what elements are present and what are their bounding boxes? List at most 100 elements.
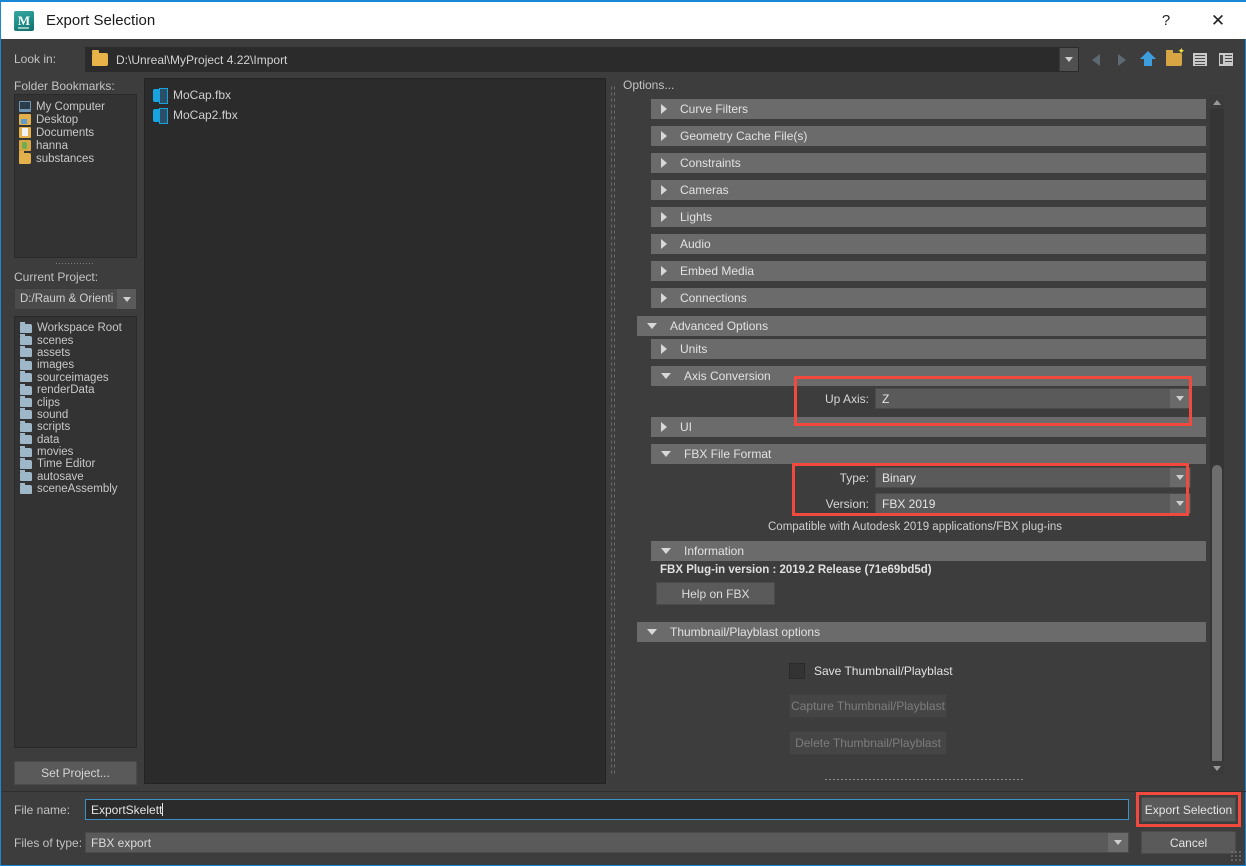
options-label: Options...	[623, 78, 675, 92]
folder-icon	[20, 358, 32, 370]
path-value: D:\Unreal\MyProject 4.22\Import	[116, 52, 288, 67]
section-advanced-options[interactable]: Advanced Options	[637, 316, 1206, 336]
section-fbx-file-format[interactable]: FBX File Format	[651, 444, 1206, 464]
chevron-down-icon[interactable]	[1170, 468, 1190, 487]
section-axis-conversion[interactable]: Axis Conversion	[651, 366, 1206, 386]
chevron-down-icon[interactable]	[1170, 494, 1190, 513]
folder-icon	[20, 371, 32, 383]
title-bar: M Export Selection ? ✕	[1, 0, 1246, 39]
tree-item[interactable]: data	[20, 433, 136, 446]
folder-bookmarks-list[interactable]: My Computer Desktop Documents hanna subs…	[14, 94, 137, 258]
file-name-label: MoCap.fbx	[173, 88, 232, 102]
section-information[interactable]: Information	[651, 541, 1206, 561]
path-combo[interactable]: D:\Unreal\MyProject 4.22\Import	[85, 47, 1079, 72]
section-geometry-cache-files[interactable]: Geometry Cache File(s)	[651, 126, 1206, 146]
section-label: UI	[680, 420, 692, 434]
list-view-icon[interactable]	[1189, 48, 1211, 71]
up-axis-combo[interactable]: Z	[875, 388, 1191, 409]
scroll-up-button[interactable]	[1210, 95, 1224, 109]
tree-item-label: scripts	[37, 421, 71, 434]
save-thumbnail-row[interactable]: Save Thumbnail/Playblast	[789, 663, 953, 679]
chevron-down-icon[interactable]	[117, 289, 136, 309]
chevron-down-icon[interactable]	[1108, 833, 1128, 852]
tree-item[interactable]: clips	[20, 396, 136, 409]
folder-bookmarks-label: Folder Bookmarks:	[14, 79, 115, 93]
section-audio[interactable]: Audio	[651, 234, 1206, 254]
help-on-fbx-button[interactable]: Help on FBX	[656, 582, 775, 605]
look-in-label: Look in:	[14, 52, 57, 66]
list-item[interactable]: Desktop	[19, 113, 136, 126]
list-item[interactable]: Documents	[19, 126, 136, 139]
file-list-item[interactable]: MoCap.fbx	[153, 85, 605, 105]
save-thumbnail-checkbox[interactable]	[789, 663, 805, 679]
fbx-type-combo[interactable]: Binary	[875, 467, 1191, 488]
scroll-down-button[interactable]	[1210, 761, 1224, 775]
delete-thumbnail-button[interactable]: Delete Thumbnail/Playblast	[789, 731, 947, 755]
tree-item[interactable]: Workspace Root	[20, 321, 136, 334]
section-thumbnail-playblast[interactable]: Thumbnail/Playblast options	[637, 622, 1206, 642]
section-constraints[interactable]: Constraints	[651, 153, 1206, 173]
window-resize-grip[interactable]	[1230, 850, 1242, 862]
section-connections[interactable]: Connections	[651, 288, 1206, 308]
file-list-item[interactable]: MoCap2.fbx	[153, 105, 605, 125]
section-units[interactable]: Units	[651, 339, 1206, 359]
tree-item-label: sourceimages	[37, 371, 109, 384]
tree-item[interactable]: renderData	[20, 383, 136, 396]
list-item[interactable]: My Computer	[19, 100, 136, 113]
tree-item-label: movies	[37, 446, 74, 459]
tree-item[interactable]: sound	[20, 408, 136, 421]
help-icon[interactable]: ?	[1143, 1, 1189, 40]
cancel-button[interactable]: Cancel	[1141, 831, 1236, 854]
bookmarks-resize-grip[interactable]	[55, 262, 95, 265]
chevron-down-icon	[1213, 765, 1221, 771]
folder-icon	[20, 482, 32, 494]
files-of-type-combo[interactable]: FBX export	[85, 832, 1129, 853]
path-dropdown-button[interactable]	[1059, 48, 1078, 71]
tree-item[interactable]: autosave	[20, 470, 136, 483]
up-icon[interactable]	[1137, 48, 1159, 71]
options-scrollbar[interactable]	[1210, 95, 1224, 775]
current-project-combo[interactable]: D:/Raum & Orienti	[14, 288, 137, 310]
section-curve-filters[interactable]: Curve Filters	[651, 99, 1206, 119]
section-ui[interactable]: UI	[651, 417, 1206, 437]
tree-item[interactable]: scripts	[20, 420, 136, 434]
list-item[interactable]: substances	[19, 151, 136, 165]
export-selection-button[interactable]: Export Selection	[1141, 797, 1236, 822]
new-folder-icon[interactable]	[1163, 46, 1185, 71]
section-lights[interactable]: Lights	[651, 207, 1206, 227]
save-thumbnail-label: Save Thumbnail/Playblast	[814, 664, 953, 678]
section-embed-media[interactable]: Embed Media	[651, 261, 1206, 281]
close-icon[interactable]: ✕	[1189, 1, 1246, 40]
tree-item[interactable]: scenes	[20, 334, 136, 347]
tree-item[interactable]: images	[20, 358, 136, 371]
tree-item[interactable]: movies	[20, 445, 136, 459]
tree-item[interactable]: sourceimages	[20, 371, 136, 384]
chevron-down-icon[interactable]	[1170, 389, 1190, 408]
tree-item[interactable]: Time Editor	[20, 457, 136, 470]
chevron-right-icon	[661, 239, 667, 249]
project-folder-tree[interactable]: Workspace Root scenes assets images sour…	[14, 316, 137, 748]
window-title: Export Selection	[46, 12, 156, 29]
file-name-input[interactable]: ExportSkelett	[85, 799, 1129, 820]
fbx-version-combo[interactable]: FBX 2019	[875, 493, 1191, 514]
capture-thumbnail-button[interactable]: Capture Thumbnail/Playblast	[789, 694, 947, 718]
tree-item[interactable]: assets	[20, 346, 136, 359]
list-item[interactable]: hanna	[19, 139, 136, 152]
back-icon[interactable]	[1085, 48, 1107, 71]
list-item-label: My Computer	[36, 100, 106, 113]
folder-icon	[20, 420, 32, 432]
folder-icon	[20, 445, 32, 457]
forward-icon[interactable]	[1111, 48, 1133, 71]
scrollbar-thumb[interactable]	[1212, 465, 1222, 765]
fbx-compat-note: Compatible with Autodesk 2019 applicatio…	[768, 521, 1063, 533]
detail-view-icon[interactable]	[1215, 48, 1237, 71]
set-project-button[interactable]: Set Project...	[14, 761, 137, 785]
section-label: Connections	[680, 291, 747, 305]
list-item-label: Documents	[36, 126, 95, 139]
panel-splitter[interactable]	[610, 85, 615, 775]
options-resize-grip[interactable]	[824, 778, 1024, 781]
folder-icon	[92, 50, 108, 66]
file-list[interactable]: MoCap.fbx MoCap2.fbx	[144, 78, 606, 784]
tree-item[interactable]: sceneAssembly	[20, 482, 136, 495]
section-cameras[interactable]: Cameras	[651, 180, 1206, 200]
